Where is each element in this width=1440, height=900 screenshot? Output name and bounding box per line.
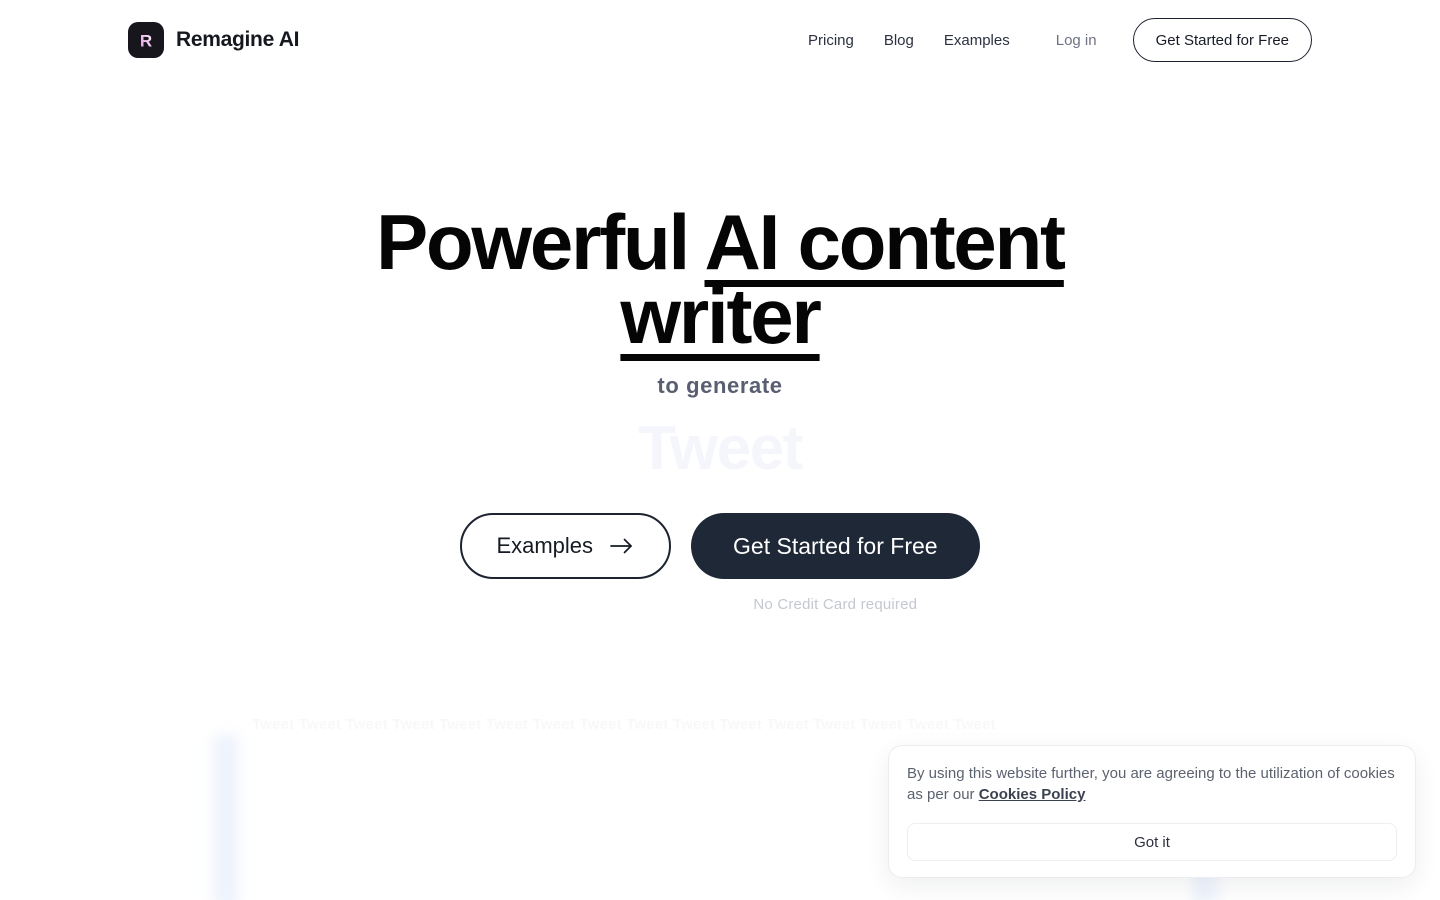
rotating-word: Tweet (637, 414, 804, 484)
cookies-policy-link[interactable]: Cookies Policy (979, 786, 1086, 803)
page-title: Powerful AI content writer (320, 0, 1120, 355)
left-glow-gradient (206, 735, 242, 900)
hero-cta-row: Examples Get Started for Free No Credit … (0, 513, 1440, 613)
primary-cta-group: Get Started for Free No Credit Card requ… (691, 513, 980, 613)
no-credit-card-note: No Credit Card required (753, 596, 918, 614)
get-started-button[interactable]: Get Started for Free (691, 513, 980, 580)
arrow-right-icon (609, 537, 635, 555)
ghost-ticker-text: Tweet Tweet Tweet Tweet Tweet Tweet Twee… (252, 716, 996, 733)
hero-subtitle: to generate (657, 373, 783, 399)
cookie-banner-text: By using this website further, you are a… (907, 764, 1397, 805)
cookie-consent-banner: By using this website further, you are a… (888, 745, 1416, 879)
examples-button-label: Examples (496, 533, 594, 559)
examples-button[interactable]: Examples (460, 513, 672, 580)
cookie-accept-button[interactable]: Got it (907, 823, 1397, 862)
hero-section: Powerful AI content writer to generate T… (0, 0, 1440, 613)
